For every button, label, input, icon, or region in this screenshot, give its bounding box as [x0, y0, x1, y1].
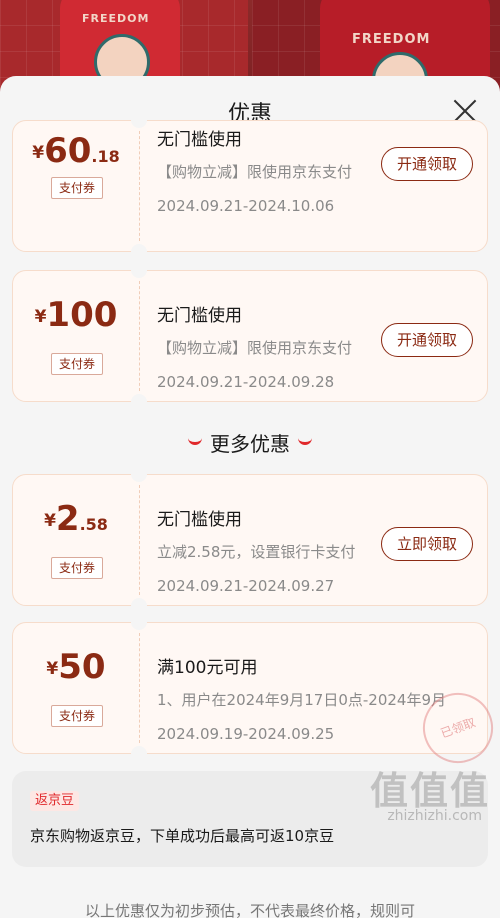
- coupon-amount: ¥2.58: [44, 499, 108, 539]
- coupon-type-tag: 支付券: [51, 705, 103, 727]
- rebate-description: 京东购物返京豆，下单成功后最高可返10京豆: [30, 827, 335, 845]
- coupon-card: ¥100 支付券 无门槛使用 【购物立减】限使用京东支付 2024.09.21-…: [12, 262, 488, 410]
- coupon-card: ¥2.58 支付券 无门槛使用 立减2.58元，设置银行卡支付 2024.09.…: [12, 466, 488, 614]
- coupon-title: 无门槛使用: [157, 306, 242, 326]
- coupon-type-tag: 支付券: [51, 353, 103, 375]
- coupon-title: 满100元可用: [157, 658, 258, 678]
- rebate-tag: 返京豆: [30, 791, 80, 811]
- coupon-card: ¥50 支付券 满100元可用 1、用户在2024年9月17日0点-2024年9…: [12, 614, 500, 773]
- coupon-title: 无门槛使用: [157, 510, 242, 530]
- coupon-type-tag: 支付券: [51, 557, 103, 579]
- shirt-print-text: FREEDOM: [352, 32, 431, 47]
- coupon-description: 【购物立减】限使用京东支付: [157, 163, 353, 181]
- more-offers-title: 更多优惠: [210, 432, 290, 456]
- price-disclaimer: 以上优惠仅为初步预估，不代表最终价格，规则可: [84, 902, 415, 918]
- coupon-description: 立减2.58元，设置银行卡支付: [157, 543, 356, 561]
- coupon-description: 1、用户在2024年9月17日0点-2024年9月: [157, 691, 447, 709]
- coupon-card: ¥60.18 支付券 无门槛使用 【购物立减】限使用京东支付 2024.09.2…: [12, 112, 488, 260]
- coupon-amount: ¥60.18: [32, 131, 120, 171]
- coupon-title: 无门槛使用: [157, 130, 242, 150]
- watermark-logo: 值值值: [369, 769, 490, 813]
- coupon-validity: 2024.09.21-2024.10.06: [157, 197, 335, 215]
- coupon-type-tag: 支付券: [51, 177, 103, 199]
- coupon-validity: 2024.09.21-2024.09.27: [157, 577, 335, 595]
- smile-icon: [188, 434, 202, 445]
- smile-icon: [298, 434, 312, 445]
- coupon-amount: ¥50: [46, 647, 106, 687]
- coupon-validity: 2024.09.19-2024.09.25: [157, 725, 335, 743]
- more-offers-header: 更多优惠: [0, 428, 500, 457]
- coupon-validity: 2024.09.21-2024.09.28: [157, 373, 335, 391]
- shirt-print-text: FREEDOM: [82, 12, 150, 25]
- watermark-url: zhizhizhi.com: [387, 808, 482, 824]
- coupon-description: 【购物立减】限使用京东支付: [157, 339, 353, 357]
- claim-coupon-button[interactable]: 开通领取: [381, 147, 473, 181]
- coupon-amount: ¥100: [34, 295, 118, 335]
- claim-coupon-button[interactable]: 开通领取: [381, 323, 473, 357]
- claim-coupon-button[interactable]: 立即领取: [381, 527, 473, 561]
